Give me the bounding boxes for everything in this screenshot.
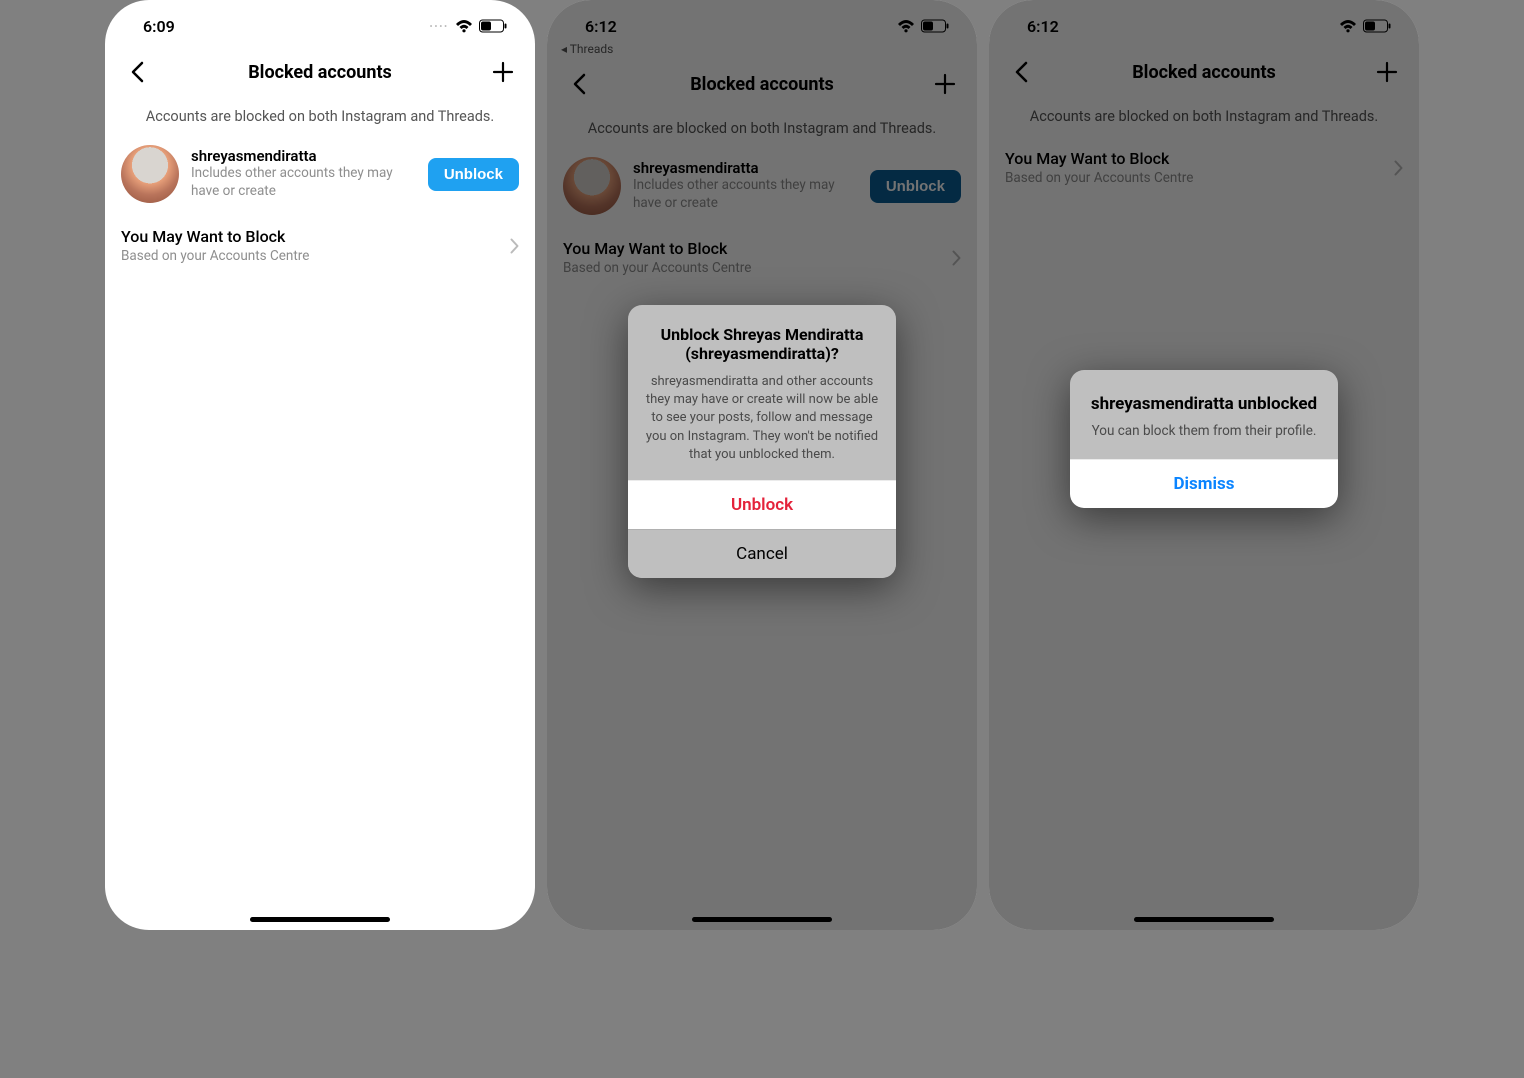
suggest-title: You May Want to Block bbox=[1005, 149, 1403, 168]
add-button[interactable] bbox=[931, 70, 959, 98]
battery-icon bbox=[1363, 19, 1391, 33]
dialog-cancel-button[interactable]: Cancel bbox=[628, 529, 896, 578]
screen-2: 6:12 ◂ Threads Blocked accounts Accounts… bbox=[547, 0, 977, 930]
status-right: •••• bbox=[430, 19, 507, 33]
suggest-block-row[interactable]: You May Want to Block Based on your Acco… bbox=[989, 139, 1419, 196]
suggest-title: You May Want to Block bbox=[121, 227, 519, 246]
dialog-body: shreyasmendiratta and other accounts the… bbox=[644, 373, 880, 464]
page-subtitle: Accounts are blocked on both Instagram a… bbox=[105, 100, 535, 139]
screen-1: 6:09 •••• Blocked accounts Accounts are … bbox=[105, 0, 535, 930]
status-time: 6:09 bbox=[143, 17, 175, 36]
chevron-right-icon bbox=[1394, 160, 1403, 176]
dialog-dismiss-button[interactable]: Dismiss bbox=[1070, 459, 1338, 508]
suggest-subtitle: Based on your Accounts Centre bbox=[1005, 170, 1403, 186]
battery-icon bbox=[479, 19, 507, 33]
header-title: Blocked accounts bbox=[151, 62, 489, 83]
account-subtext: Includes other accounts they may have or… bbox=[633, 177, 858, 212]
page-header: Blocked accounts bbox=[989, 44, 1419, 100]
wifi-icon bbox=[1339, 19, 1357, 33]
blocked-account-row: shreyasmendiratta Includes other account… bbox=[547, 151, 977, 229]
dialog-title: shreyasmendiratta unblocked bbox=[1090, 394, 1318, 414]
suggest-title: You May Want to Block bbox=[563, 239, 961, 258]
page-subtitle: Accounts are blocked on both Instagram a… bbox=[547, 112, 977, 151]
suggest-block-row[interactable]: You May Want to Block Based on your Acco… bbox=[105, 217, 535, 274]
blocked-account-row: shreyasmendiratta Includes other account… bbox=[105, 139, 535, 217]
avatar[interactable] bbox=[121, 145, 179, 203]
page-header: Blocked accounts bbox=[547, 56, 977, 112]
battery-icon bbox=[921, 19, 949, 33]
dialog-title: Unblock Shreyas Mendiratta (shreyasmendi… bbox=[644, 325, 880, 363]
account-username: shreyasmendiratta bbox=[633, 159, 858, 177]
unblock-button[interactable]: Unblock bbox=[428, 158, 519, 191]
dialog-unblock-button[interactable]: Unblock bbox=[628, 480, 896, 529]
status-bar: 6:12 bbox=[989, 0, 1419, 44]
suggest-subtitle: Based on your Accounts Centre bbox=[121, 248, 519, 264]
avatar[interactable] bbox=[563, 157, 621, 215]
unblocked-result-dialog: shreyasmendiratta unblocked You can bloc… bbox=[1070, 370, 1338, 508]
status-right bbox=[897, 19, 949, 33]
back-button[interactable] bbox=[1007, 58, 1035, 86]
unblock-confirm-dialog: Unblock Shreyas Mendiratta (shreyasmendi… bbox=[628, 305, 896, 578]
home-indicator[interactable] bbox=[1134, 917, 1274, 922]
status-time: 6:12 bbox=[585, 17, 617, 36]
add-button[interactable] bbox=[489, 58, 517, 86]
suggest-block-row[interactable]: You May Want to Block Based on your Acco… bbox=[547, 229, 977, 286]
page-header: Blocked accounts bbox=[105, 44, 535, 100]
account-subtext: Includes other accounts they may have or… bbox=[191, 165, 416, 200]
status-bar: 6:09 •••• bbox=[105, 0, 535, 44]
dialog-body: You can block them from their profile. bbox=[1090, 422, 1318, 441]
back-button[interactable] bbox=[565, 70, 593, 98]
suggest-subtitle: Based on your Accounts Centre bbox=[563, 260, 961, 276]
add-button[interactable] bbox=[1373, 58, 1401, 86]
wifi-icon bbox=[455, 19, 473, 33]
header-title: Blocked accounts bbox=[1035, 62, 1373, 83]
status-right bbox=[1339, 19, 1391, 33]
cell-dots-icon: •••• bbox=[430, 22, 449, 31]
chevron-right-icon bbox=[510, 238, 519, 254]
back-button[interactable] bbox=[123, 58, 151, 86]
back-to-app[interactable]: ◂ Threads bbox=[547, 42, 977, 56]
screen-3: 6:12 Blocked accounts Accounts are block… bbox=[989, 0, 1419, 930]
home-indicator[interactable] bbox=[250, 917, 390, 922]
wifi-icon bbox=[897, 19, 915, 33]
status-bar: 6:12 bbox=[547, 0, 977, 44]
page-subtitle: Accounts are blocked on both Instagram a… bbox=[989, 100, 1419, 139]
unblock-button[interactable]: Unblock bbox=[870, 170, 961, 203]
header-title: Blocked accounts bbox=[593, 74, 931, 95]
status-time: 6:12 bbox=[1027, 17, 1059, 36]
account-username: shreyasmendiratta bbox=[191, 147, 416, 165]
chevron-right-icon bbox=[952, 250, 961, 266]
home-indicator[interactable] bbox=[692, 917, 832, 922]
